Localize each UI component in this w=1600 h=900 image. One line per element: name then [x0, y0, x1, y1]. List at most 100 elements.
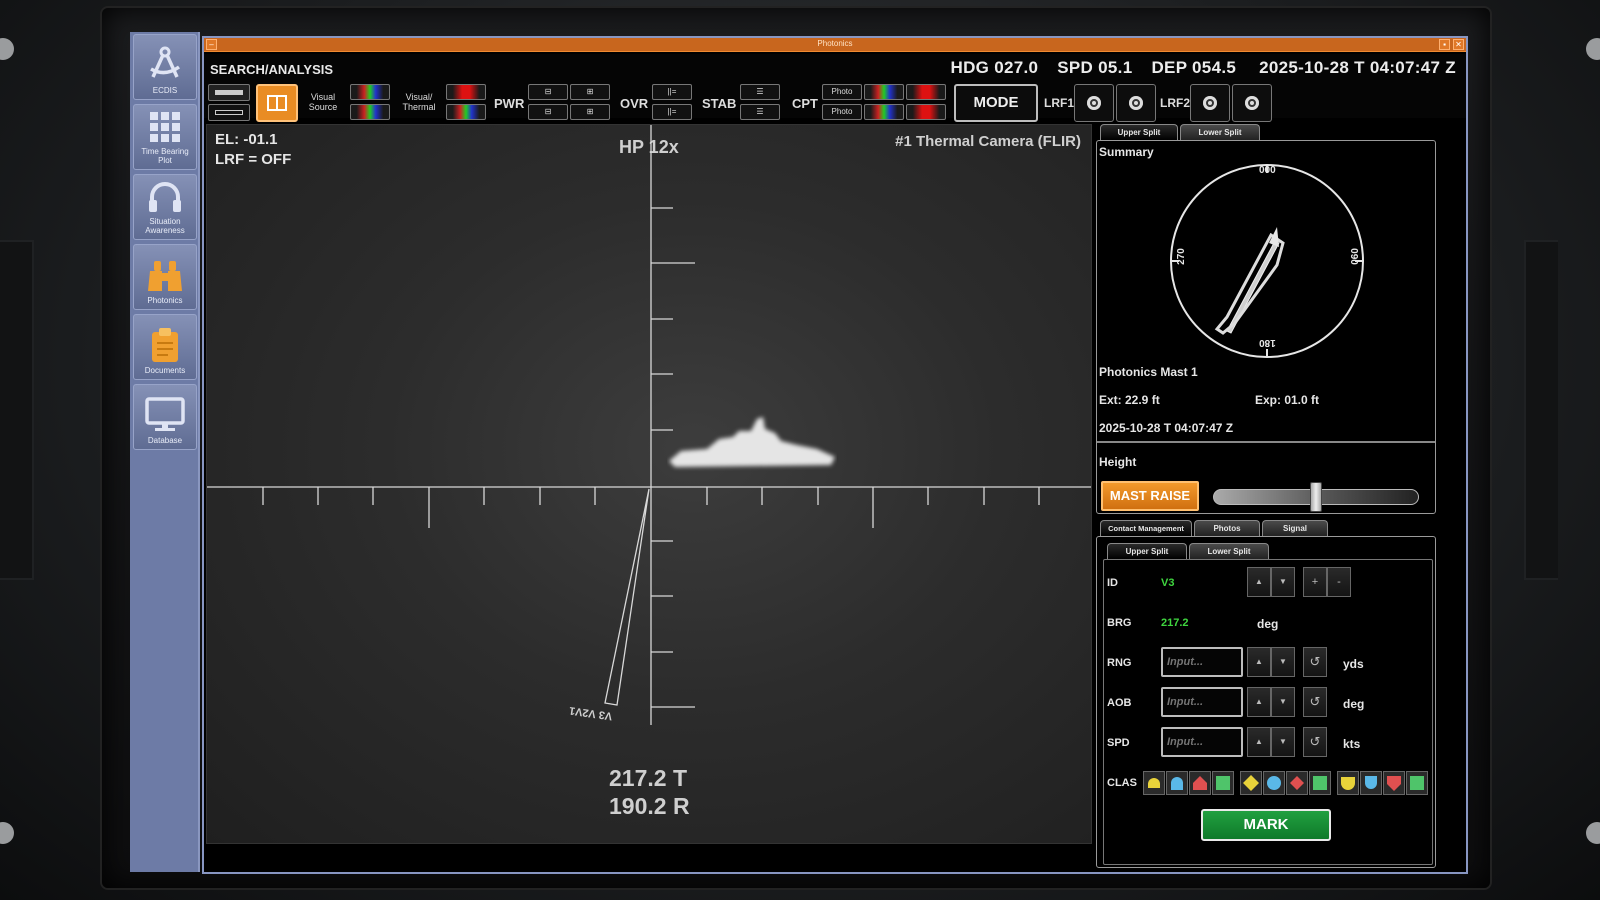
spd-up-button[interactable]: ▲ [1247, 727, 1271, 757]
spd-down-button[interactable]: ▼ [1271, 727, 1295, 757]
sidebar-item-documents[interactable]: Documents [133, 314, 197, 380]
clas-hostile-sub-button[interactable] [1383, 771, 1405, 795]
cpt-red-button[interactable] [906, 84, 946, 100]
cpt-label: CPT [792, 96, 818, 111]
aob-input[interactable] [1161, 687, 1243, 717]
rng-down-button[interactable]: ▼ [1271, 647, 1295, 677]
id-up-button[interactable]: ▲ [1247, 567, 1271, 597]
id-label: ID [1107, 577, 1118, 589]
window-maximize-button[interactable]: ▪ [1439, 39, 1450, 50]
pwr-on2-button[interactable]: ⊞ [570, 104, 610, 120]
sidebar-item-database[interactable]: Database [133, 384, 197, 450]
visual-source-label: Visual Source [308, 92, 338, 112]
aob-reset-button[interactable]: ↺ [1303, 687, 1327, 717]
photo-bottom-button[interactable]: Photo [822, 104, 862, 120]
spd-input[interactable] [1161, 727, 1243, 757]
thermal-red-button[interactable] [446, 84, 486, 100]
layout-split-button[interactable] [208, 104, 250, 121]
pwr-on-button[interactable]: ⊞ [570, 84, 610, 100]
toolbar: SEARCH/ANALYSIS HDG 027.0 SPD 05.1 DEP 0… [204, 54, 1466, 122]
mast-raise-button[interactable]: MAST RAISE [1101, 481, 1199, 511]
clas-friend-sub-button[interactable] [1360, 771, 1382, 795]
ovr-top-button[interactable]: ||= [652, 84, 692, 100]
subtab-upper-split[interactable]: Upper Split [1107, 543, 1187, 559]
clas-hostile-surface-button[interactable] [1189, 771, 1211, 795]
rng-up-button[interactable]: ▲ [1247, 647, 1271, 677]
clas-hostile-sea-button[interactable] [1286, 771, 1308, 795]
pwr-off-button[interactable]: ⊟ [528, 84, 568, 100]
visual-source-rgb2-button[interactable] [350, 104, 390, 120]
monitor-icon [145, 397, 185, 431]
mark-button[interactable]: MARK [1201, 809, 1331, 841]
bolt [0, 38, 14, 60]
sidebar-item-time-bearing-plot[interactable]: Time Bearing Plot [133, 104, 197, 170]
ovr-bottom-button[interactable]: ||= [652, 104, 692, 120]
lrf1-mode-button[interactable] [1116, 84, 1156, 122]
thermal-camera-view[interactable]: EL: -01.1 LRF = OFF HP 12x #1 Thermal Ca… [206, 124, 1092, 844]
clas-friend-sea-button[interactable] [1263, 771, 1285, 795]
thermal-rgb-button[interactable] [446, 104, 486, 120]
summary-divider [1097, 441, 1435, 443]
id-add-button[interactable]: + [1303, 567, 1327, 597]
id-value: V3 [1161, 577, 1175, 589]
lrf2-fire-button[interactable] [1190, 84, 1230, 122]
speed-readout: SPD 05.1 [1057, 58, 1133, 77]
visual-source-rgb-button[interactable] [350, 84, 390, 100]
cpt-rgb2-button[interactable] [864, 104, 904, 120]
spd-label: SPD [1107, 737, 1130, 749]
tab-lower-split[interactable]: Lower Split [1180, 124, 1260, 140]
id-down-button[interactable]: ▼ [1271, 567, 1295, 597]
sidebar-item-situation-awareness[interactable]: Situation Awareness [133, 174, 197, 240]
right-handle [1524, 240, 1558, 580]
aob-unit: deg [1343, 697, 1365, 711]
true-bearing-readout: 217.2 T [609, 765, 687, 791]
stab-top-button[interactable]: ☰ [740, 84, 780, 100]
sidebar-item-ecdis[interactable]: ECDIS [133, 34, 197, 100]
tab-signal[interactable]: Signal [1262, 520, 1328, 536]
tab-photos[interactable]: Photos [1194, 520, 1260, 536]
summary-panel: Summary 000 090 180 270 Photonics Mast 1… [1096, 140, 1436, 514]
rng-input[interactable] [1161, 647, 1243, 677]
cpt-rgb-button[interactable] [864, 84, 904, 100]
rng-reset-button[interactable]: ↺ [1303, 647, 1327, 677]
cpt-red2-button[interactable] [906, 104, 946, 120]
lrf1-fire-button[interactable] [1074, 84, 1114, 122]
lrf1-label: LRF1 [1044, 96, 1074, 110]
sidebar-item-label: Documents [144, 366, 186, 375]
layout-single-button[interactable] [208, 84, 250, 101]
height-slider[interactable] [1213, 482, 1419, 512]
height-slider-handle[interactable] [1310, 482, 1322, 512]
bolt [0, 822, 14, 844]
sidebar-item-photonics[interactable]: Photonics [133, 244, 197, 310]
window-close-button[interactable]: ✕ [1453, 39, 1464, 50]
pwr-off2-button[interactable]: ⊟ [528, 104, 568, 120]
clas-unknown-sub-button[interactable] [1337, 771, 1359, 795]
brg-value: 217.2 [1161, 617, 1189, 629]
mast-name: Photonics Mast 1 [1099, 365, 1198, 379]
lrf2-mode-button[interactable] [1232, 84, 1272, 122]
compass-north-label: 000 [1259, 165, 1276, 176]
sidebar-item-label: Time Bearing Plot [141, 147, 189, 165]
window-titlebar[interactable]: – Photonics ▪ ✕ [204, 38, 1466, 52]
mode-button[interactable]: MODE [954, 84, 1038, 122]
clas-neutral-sub-button[interactable] [1406, 771, 1428, 795]
subtab-lower-split[interactable]: Lower Split [1189, 543, 1269, 559]
clas-unknown-surface-button[interactable] [1143, 771, 1165, 795]
datetime-readout: 2025-10-28 T 04:07:47 Z [1259, 58, 1456, 77]
screen: ECDIS Time Bearing Plot Situation Awaren… [0, 0, 1600, 900]
id-remove-button[interactable]: - [1327, 567, 1351, 597]
clas-neutral-sea-button[interactable] [1309, 771, 1331, 795]
stab-bottom-button[interactable]: ☰ [740, 104, 780, 120]
clas-unknown-sea-button[interactable] [1240, 771, 1262, 795]
left-handle [0, 240, 34, 580]
aob-down-button[interactable]: ▼ [1271, 687, 1295, 717]
clas-friend-surface-button[interactable] [1166, 771, 1188, 795]
layout-dual-button[interactable] [256, 84, 298, 122]
brg-unit: deg [1257, 617, 1279, 631]
spd-reset-button[interactable]: ↺ [1303, 727, 1327, 757]
tab-contact-management[interactable]: Contact Management [1100, 520, 1192, 536]
tab-upper-split[interactable]: Upper Split [1100, 124, 1178, 140]
clas-neutral-surface-button[interactable] [1212, 771, 1234, 795]
photo-top-button[interactable]: Photo [822, 84, 862, 100]
aob-up-button[interactable]: ▲ [1247, 687, 1271, 717]
